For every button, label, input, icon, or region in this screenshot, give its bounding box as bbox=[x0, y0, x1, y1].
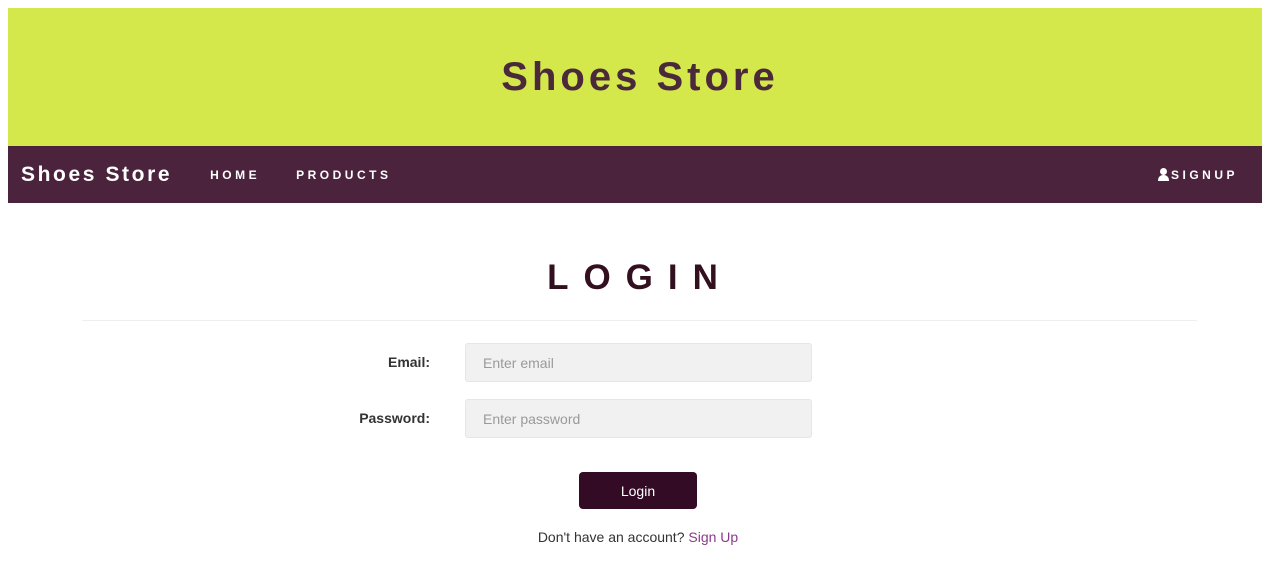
signup-prompt-text: Don't have an account? bbox=[537, 529, 685, 545]
email-field[interactable] bbox=[465, 343, 812, 382]
nav-brand[interactable]: Shoes Store bbox=[21, 163, 172, 187]
nav-link-signup[interactable]: SIGNUP bbox=[1171, 168, 1238, 182]
divider bbox=[82, 320, 1197, 321]
site-title: Shoes Store bbox=[501, 54, 779, 99]
password-row: Password: bbox=[0, 399, 1265, 439]
signup-prompt: Don't have an account? Sign Up bbox=[0, 529, 1265, 545]
user-icon bbox=[1157, 168, 1170, 181]
navbar: Shoes Store HOME PRODUCTS SIGNUP bbox=[8, 146, 1262, 203]
nav-signup[interactable]: SIGNUP bbox=[1157, 168, 1238, 182]
login-button[interactable]: Login bbox=[579, 472, 697, 509]
signup-link[interactable]: Sign Up bbox=[688, 529, 738, 545]
password-label: Password: bbox=[359, 410, 430, 426]
password-field[interactable] bbox=[465, 399, 812, 438]
page-title: LOGIN bbox=[547, 258, 733, 297]
header-banner: Shoes Store bbox=[8, 8, 1262, 146]
email-row: Email: bbox=[0, 343, 1265, 383]
nav-link-products[interactable]: PRODUCTS bbox=[296, 168, 391, 182]
email-label: Email: bbox=[387, 354, 430, 370]
nav-link-home[interactable]: HOME bbox=[210, 168, 260, 182]
